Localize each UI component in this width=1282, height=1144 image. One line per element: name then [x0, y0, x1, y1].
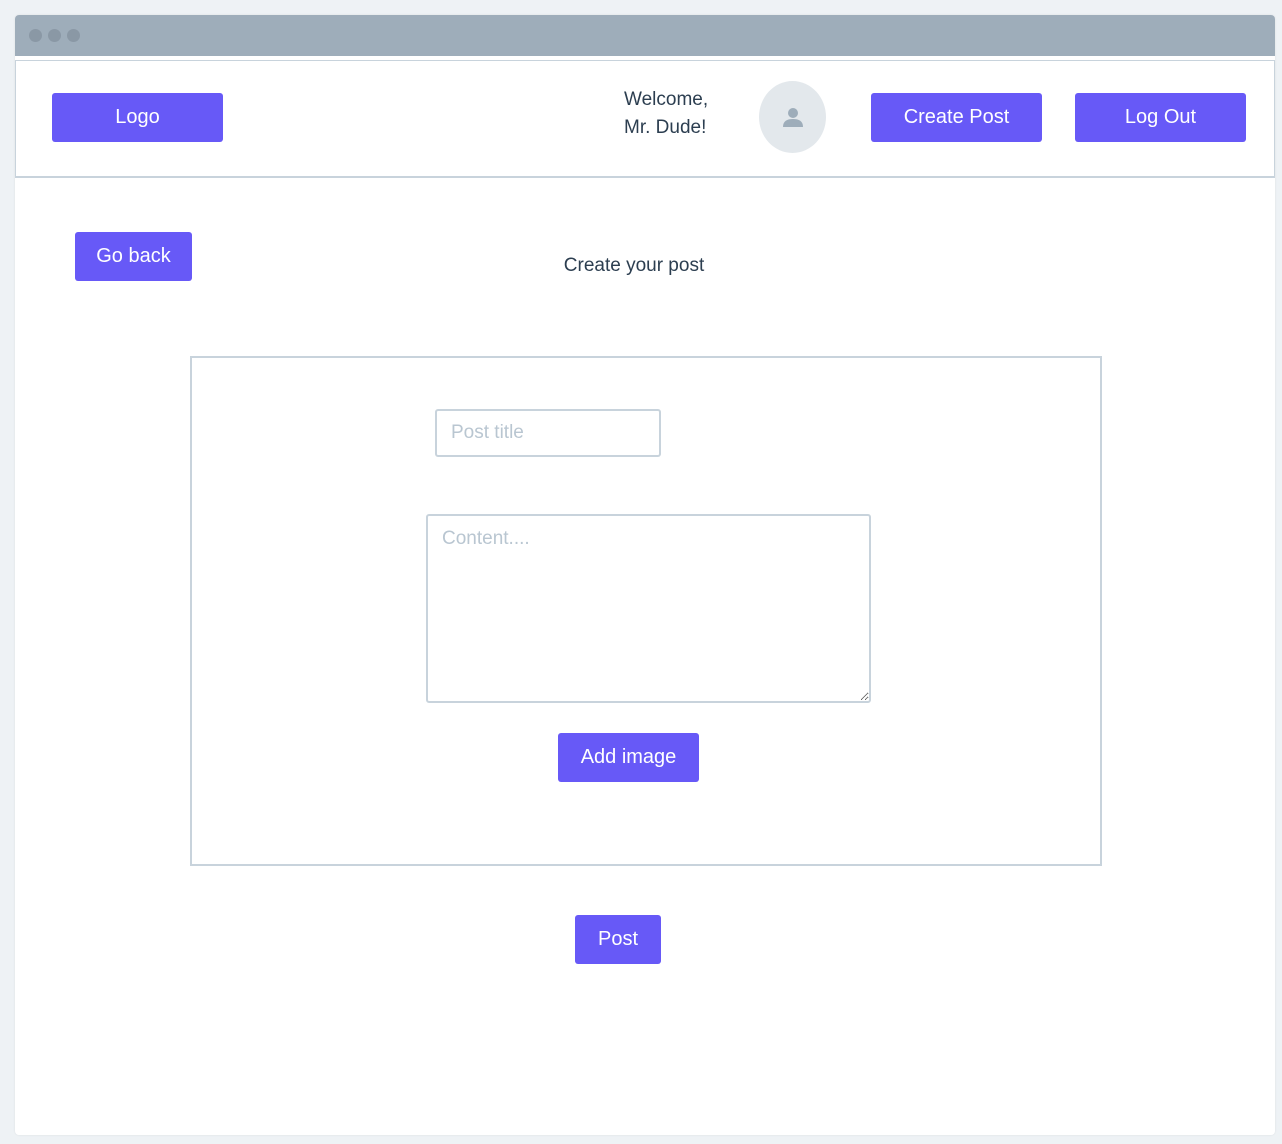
window-titlebar — [15, 15, 1275, 56]
window-dot-icon — [48, 29, 61, 42]
log-out-button[interactable]: Log Out — [1075, 93, 1246, 142]
site-header: Logo Welcome, Mr. Dude! Create Post Log … — [15, 60, 1275, 178]
post-title-input[interactable] — [435, 409, 661, 457]
welcome-message: Welcome, Mr. Dude! — [624, 86, 744, 142]
post-content-textarea[interactable] — [426, 514, 871, 703]
create-post-button[interactable]: Create Post — [871, 93, 1042, 142]
window-dot-icon — [67, 29, 80, 42]
browser-window: Logo Welcome, Mr. Dude! Create Post Log … — [15, 15, 1275, 1135]
logo-button[interactable]: Logo — [52, 93, 223, 142]
go-back-button[interactable]: Go back — [75, 232, 192, 281]
post-form: Add image — [190, 356, 1102, 866]
avatar[interactable] — [759, 81, 826, 153]
post-button[interactable]: Post — [575, 915, 661, 964]
page-title: Create your post — [563, 255, 705, 276]
add-image-button[interactable]: Add image — [558, 733, 699, 782]
welcome-line-1: Welcome, — [624, 89, 709, 110]
user-icon — [782, 108, 803, 127]
window-dot-icon — [29, 29, 42, 42]
welcome-line-2: Mr. Dude! — [624, 117, 707, 138]
